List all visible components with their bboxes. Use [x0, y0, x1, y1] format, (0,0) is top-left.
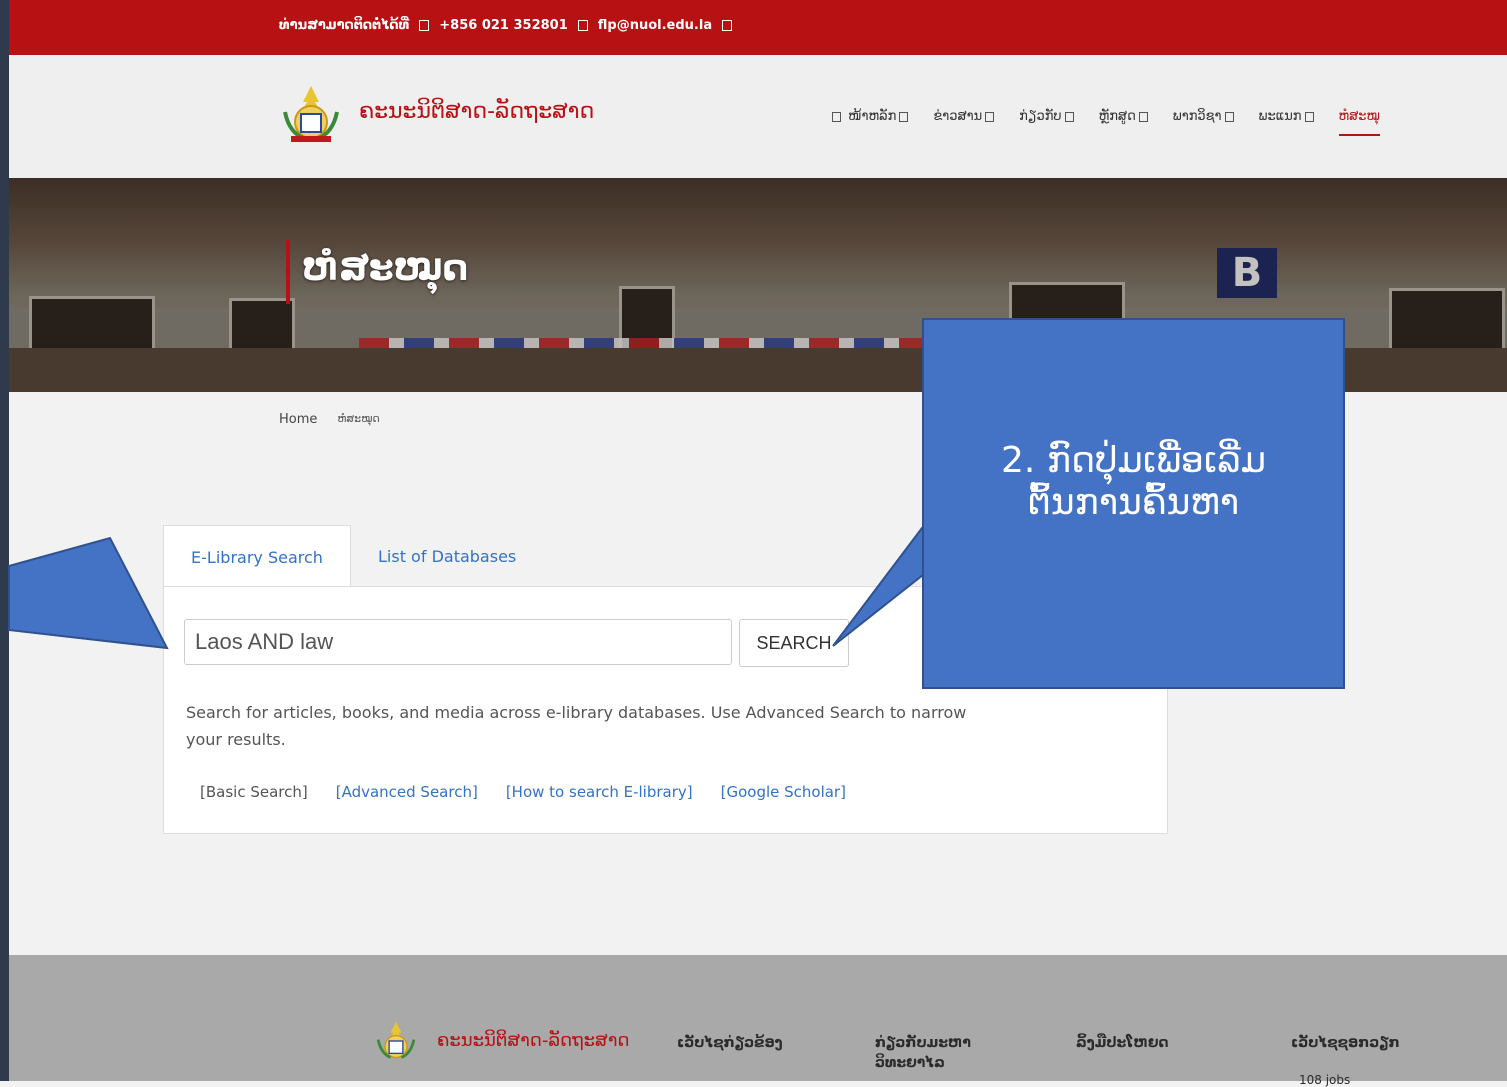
main-nav: ໜ້າຫລັກ ຂ່າວສານ ກ່ຽວກັບ ຫຼັກສູດ ພາກວິຊາ …: [829, 109, 1380, 136]
site-title[interactable]: ຄະນະນິຕິສາດ-ລັດຖະສາດ: [359, 99, 594, 124]
nav-label: ຫໍສະໝຸ: [1338, 109, 1380, 124]
footer-col-useful-links: ລິ້ງມືປະໂຫຍດ: [1076, 1035, 1169, 1051]
footer-col-related-sites: ເວັບໄຊກ່ຽວຂ້ອງ: [677, 1035, 783, 1051]
nav-label: ໜ້າຫລັກ: [848, 109, 897, 124]
callout-line-2: ຕົ້ນການຄົ້ນຫາ: [1027, 482, 1240, 523]
phone-icon: [419, 20, 430, 31]
contact-label: ທ່ານສາມາດຕິດຕໍ່ໄດ້ທີ່: [279, 18, 410, 33]
advanced-search-link[interactable]: [Advanced Search]: [336, 783, 478, 801]
breadcrumb: Home ຫໍສະໝຸດ: [279, 412, 380, 427]
basic-search-link[interactable]: [Basic Search]: [200, 783, 308, 801]
chevron-down-icon: [899, 111, 909, 122]
nav-item-curriculum[interactable]: ຫຼັກສູດ: [1099, 109, 1151, 136]
page-title: ຫໍສະໝຸດ: [302, 248, 469, 289]
chevron-down-icon: [1224, 111, 1234, 122]
nav-item-about[interactable]: ກ່ຽວກັບ: [1019, 109, 1076, 136]
breadcrumb-current: ຫໍສະໝຸດ: [337, 412, 380, 425]
site-footer: ຄະນະນິຕິສາດ-ລັດຖະສາດ ເວັບໄຊກ່ຽວຂ້ອງ ກ່ຽວ…: [9, 955, 1507, 1087]
callout-line-1: 2. ກົດປຸ່ມເພື່ອເລີ່ມ: [1001, 440, 1266, 481]
search-description: Search for articles, books, and media ac…: [186, 703, 967, 749]
tab-elibrary-search[interactable]: E-Library Search: [163, 525, 351, 588]
chevron-down-icon: [1138, 111, 1148, 122]
chevron-down-icon: [1064, 111, 1074, 122]
search-input[interactable]: [184, 619, 732, 665]
nav-item-home[interactable]: ໜ້າຫລັກ: [829, 109, 911, 136]
nav-item-library[interactable]: ຫໍສະໝຸ: [1338, 109, 1380, 136]
footer-col-about-university: ກ່ຽວກັບມະຫາ ວິທະຍາໄລ: [875, 1033, 971, 1073]
contact-email[interactable]: flp@nuol.edu.la: [598, 18, 712, 33]
contact-phone[interactable]: +856 021 352801: [439, 18, 568, 33]
contact-bar: ທ່ານສາມາດຕິດຕໍ່ໄດ້ທີ່ +856 021 352801 fl…: [9, 0, 1507, 55]
nav-label: ກ່ຽວກັບ: [1019, 109, 1062, 124]
footer-logo: [376, 1021, 416, 1059]
nav-item-departments[interactable]: ພາກວິຊາ: [1173, 109, 1237, 136]
nav-label: ຂ່າວສານ: [933, 109, 983, 124]
footer-col-job-sites: ເວັບໄຊຊອກວຽກ: [1291, 1035, 1400, 1051]
nav-item-divisions[interactable]: ພະແນກ: [1259, 109, 1317, 136]
window-frame: [0, 0, 9, 1081]
callout-text: 2. ກົດປຸ່ມເພື່ອເລີ່ມ ຕົ້ນການຄົ້ນຫາ: [922, 440, 1345, 524]
footer-title: ຄະນະນິຕິສາດ-ລັດຖະສາດ: [437, 1030, 630, 1051]
nav-item-news[interactable]: ຂ່າວສານ: [933, 109, 997, 136]
faculty-logo[interactable]: [279, 82, 343, 146]
footer-job-count[interactable]: 108 jobs: [1299, 1073, 1350, 1087]
how-to-search-link[interactable]: [How to search E-library]: [506, 783, 693, 801]
nav-label: ຫຼັກສູດ: [1098, 109, 1136, 124]
chevron-down-icon: [985, 111, 995, 122]
nav-label: ພະແນກ: [1258, 109, 1302, 124]
tab-list-of-databases[interactable]: List of Databases: [378, 525, 516, 587]
chevron-down-icon: [1304, 111, 1314, 122]
footer-col-line: ກ່ຽວກັບມະຫາ: [875, 1035, 971, 1051]
footer-col-line: ວິທະຍາໄລ: [875, 1055, 945, 1071]
nav-label: ພາກວິຊາ: [1172, 109, 1222, 124]
title-accent: [286, 240, 290, 304]
callout-pointer-input: [8, 536, 169, 650]
email-icon: [577, 20, 588, 31]
search-links: [Basic Search] [Advanced Search] [How to…: [200, 783, 846, 801]
breadcrumb-home[interactable]: Home: [279, 412, 317, 427]
home-icon: [832, 111, 841, 122]
google-scholar-link[interactable]: [Google Scholar]: [721, 783, 846, 801]
site-header: ຄະນະນິຕິສາດ-ລັດຖະສາດ ໜ້າຫລັກ ຂ່າວສານ ກ່ຽ…: [9, 55, 1507, 178]
social-icon[interactable]: [722, 20, 733, 31]
search-button[interactable]: SEARCH: [739, 619, 849, 667]
